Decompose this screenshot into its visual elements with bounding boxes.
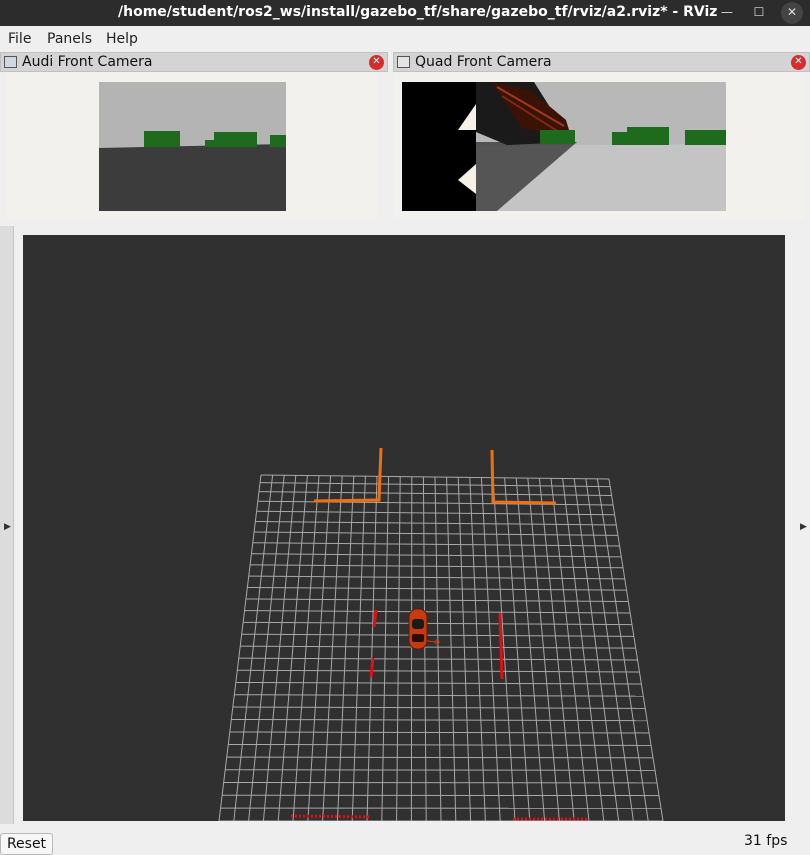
red-marker-1 bbox=[372, 609, 378, 628]
3d-render-viewport[interactable] bbox=[23, 235, 785, 821]
red-marker-bottom-left bbox=[290, 814, 372, 819]
status-bar: Reset 31 fps bbox=[0, 830, 810, 855]
window-title: /home/student/ros2_ws/install/gazebo_tf/… bbox=[118, 4, 718, 20]
audi-camera-panel-header: Audi Front Camera ✕ bbox=[0, 52, 388, 72]
car-windshield bbox=[412, 619, 424, 629]
quad-camera-panel-header: Quad Front Camera ✕ bbox=[393, 52, 810, 72]
quad-panel-close-button[interactable]: ✕ bbox=[791, 55, 806, 70]
menu-panels[interactable]: Panels bbox=[47, 31, 92, 47]
image-icon bbox=[4, 56, 17, 68]
maximize-button[interactable]: ☐ bbox=[748, 2, 770, 24]
audi-camera-panel-title: Audi Front Camera bbox=[22, 54, 153, 70]
red-marker-3 bbox=[498, 612, 504, 680]
grid-scene bbox=[218, 447, 664, 821]
expand-right-arrow-icon[interactable]: ▶ bbox=[800, 522, 807, 532]
menu-help[interactable]: Help bbox=[106, 31, 138, 47]
left-dock-handle[interactable]: ▶ bbox=[0, 226, 14, 824]
close-window-button[interactable]: ✕ bbox=[781, 2, 803, 24]
reset-button[interactable]: Reset bbox=[0, 833, 53, 855]
car-rear-window bbox=[412, 634, 424, 642]
audi-camera-panel bbox=[6, 73, 378, 219]
audi-camera-image bbox=[99, 82, 286, 211]
quad-camera-image bbox=[402, 82, 726, 211]
menu-bar: File Panels Help bbox=[0, 28, 810, 50]
camera-icon bbox=[397, 56, 410, 68]
minimize-button[interactable]: — bbox=[716, 2, 738, 24]
audi-panel-close-button[interactable]: ✕ bbox=[369, 55, 384, 70]
quad-camera-panel-title: Quad Front Camera bbox=[415, 54, 552, 70]
window-titlebar: /home/student/ros2_ws/install/gazebo_tf/… bbox=[0, 0, 810, 26]
ground-grid bbox=[218, 474, 664, 821]
fps-counter: 31 fps bbox=[744, 833, 788, 849]
menu-file[interactable]: File bbox=[8, 31, 31, 47]
expand-left-arrow-icon[interactable]: ▶ bbox=[4, 522, 11, 532]
red-marker-2 bbox=[369, 657, 375, 678]
quad-camera-panel bbox=[394, 73, 804, 219]
